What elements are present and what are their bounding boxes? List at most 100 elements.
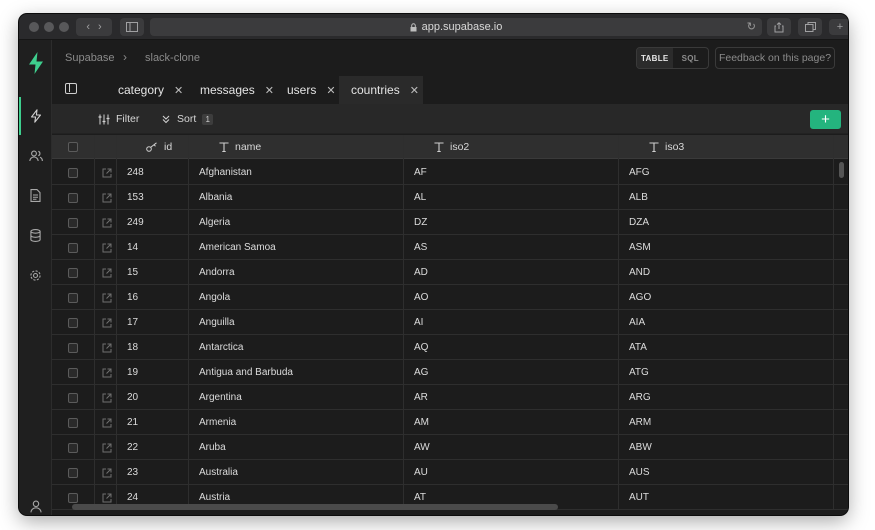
back-forward-buttons[interactable]: ‹ › [76, 18, 112, 36]
cell-iso3[interactable]: AFG [629, 160, 650, 185]
cell-name[interactable]: Armenia [199, 410, 236, 435]
row-checkbox[interactable] [68, 217, 78, 228]
row-checkbox[interactable] [68, 342, 78, 353]
row-checkbox[interactable] [68, 192, 78, 203]
expand-row-icon[interactable] [102, 360, 112, 385]
expand-row-icon[interactable] [102, 310, 112, 335]
cell-id[interactable]: 15 [127, 260, 138, 285]
filter-button[interactable]: Filter [98, 113, 139, 125]
cell-iso2[interactable]: AM [414, 410, 429, 435]
account-icon[interactable] [27, 498, 44, 515]
table-row[interactable]: 19 Antigua and Barbuda AG ATG [52, 360, 848, 385]
cell-iso2[interactable]: AL [414, 185, 426, 210]
cell-iso3[interactable]: AUT [629, 485, 649, 510]
cell-iso3[interactable]: ABW [629, 435, 652, 460]
cell-iso3[interactable]: ATG [629, 360, 649, 385]
tab-users[interactable]: users ✕ [287, 76, 336, 104]
row-checkbox[interactable] [68, 492, 78, 503]
cell-id[interactable]: 22 [127, 435, 138, 460]
cell-id[interactable]: 21 [127, 410, 138, 435]
table-row[interactable]: 14 American Samoa AS ASM [52, 235, 848, 260]
row-checkbox[interactable] [68, 242, 78, 253]
cell-iso3[interactable]: AGO [629, 285, 651, 310]
cell-id[interactable]: 23 [127, 460, 138, 485]
users-icon[interactable] [27, 147, 44, 164]
bolt-icon[interactable] [27, 107, 44, 124]
table-row[interactable]: 248 Afghanistan AF AFG [52, 160, 848, 185]
horizontal-scrollbar[interactable] [72, 504, 558, 510]
table-row[interactable]: 18 Antarctica AQ ATA [52, 335, 848, 360]
cell-name[interactable]: Andorra [199, 260, 235, 285]
table-row[interactable]: 249 Algeria DZ DZA [52, 210, 848, 235]
table-row[interactable]: 20 Argentina AR ARG [52, 385, 848, 410]
cell-id[interactable]: 19 [127, 360, 138, 385]
select-all-checkbox[interactable] [68, 142, 78, 152]
row-checkbox[interactable] [68, 167, 78, 178]
row-checkbox[interactable] [68, 417, 78, 428]
cell-name[interactable]: Afghanistan [199, 160, 252, 185]
cell-name[interactable]: Argentina [199, 385, 242, 410]
add-row-button[interactable]: + [810, 110, 841, 129]
close-window-button[interactable] [29, 22, 39, 32]
settings-icon[interactable] [27, 267, 44, 284]
expand-row-icon[interactable] [102, 335, 112, 360]
cell-name[interactable]: Australia [199, 460, 238, 485]
cell-iso3[interactable]: ARM [629, 410, 651, 435]
cell-iso3[interactable]: DZA [629, 210, 649, 235]
row-checkbox[interactable] [68, 367, 78, 378]
column-header-id[interactable]: id [146, 135, 172, 159]
sidebar-toggle-button[interactable] [120, 18, 144, 36]
reload-icon[interactable]: ↻ [747, 20, 756, 33]
cell-name[interactable]: Albania [199, 185, 232, 210]
tab-countries[interactable]: countries ✕ [339, 76, 423, 104]
cell-iso3[interactable]: AUS [629, 460, 650, 485]
cell-iso3[interactable]: ARG [629, 385, 651, 410]
cell-name[interactable]: Algeria [199, 210, 230, 235]
cell-id[interactable]: 16 [127, 285, 138, 310]
panel-toggle-icon[interactable] [65, 83, 77, 94]
row-checkbox[interactable] [68, 467, 78, 478]
breadcrumb-org[interactable]: Supabase [65, 52, 115, 64]
document-icon[interactable] [27, 187, 44, 204]
cell-iso2[interactable]: AQ [414, 335, 428, 360]
expand-row-icon[interactable] [102, 160, 112, 185]
row-checkbox[interactable] [68, 292, 78, 303]
database-icon[interactable] [27, 227, 44, 244]
cell-iso2[interactable]: AI [414, 310, 423, 335]
vertical-scrollbar[interactable] [839, 162, 844, 178]
expand-row-icon[interactable] [102, 285, 112, 310]
tab-overview-button[interactable] [798, 18, 822, 36]
cell-iso3[interactable]: ASM [629, 235, 651, 260]
expand-row-icon[interactable] [102, 460, 112, 485]
cell-iso2[interactable]: AS [414, 235, 427, 260]
breadcrumb-project[interactable]: slack-clone [145, 52, 200, 64]
row-checkbox[interactable] [68, 267, 78, 278]
column-header-name[interactable]: name [219, 135, 261, 159]
share-button[interactable] [767, 18, 791, 36]
cell-name[interactable]: Aruba [199, 435, 226, 460]
chevron-right-icon[interactable]: › [98, 21, 102, 33]
cell-id[interactable]: 18 [127, 335, 138, 360]
close-icon[interactable]: ✕ [265, 84, 274, 97]
row-checkbox[interactable] [68, 442, 78, 453]
cell-name[interactable]: Antarctica [199, 335, 243, 360]
close-icon[interactable]: ✕ [174, 84, 183, 97]
minimize-window-button[interactable] [44, 22, 54, 32]
cell-iso2[interactable]: AW [414, 435, 430, 460]
cell-name[interactable]: Antigua and Barbuda [199, 360, 293, 385]
expand-row-icon[interactable] [102, 410, 112, 435]
cell-id[interactable]: 248 [127, 160, 144, 185]
table-row[interactable]: 153 Albania AL ALB [52, 185, 848, 210]
feedback-button[interactable]: Feedback on this page? [715, 47, 835, 69]
cell-id[interactable]: 17 [127, 310, 138, 335]
cell-iso2[interactable]: DZ [414, 210, 427, 235]
zoom-window-button[interactable] [59, 22, 69, 32]
supabase-logo-icon[interactable] [27, 52, 44, 74]
cell-id[interactable]: 20 [127, 385, 138, 410]
table-view-button[interactable]: TABLE [637, 48, 673, 68]
cell-iso2[interactable]: AF [414, 160, 427, 185]
cell-iso3[interactable]: AIA [629, 310, 645, 335]
sort-button[interactable]: Sort 1 [161, 113, 214, 125]
table-row[interactable]: 16 Angola AO AGO [52, 285, 848, 310]
table-row[interactable]: 22 Aruba AW ABW [52, 435, 848, 460]
